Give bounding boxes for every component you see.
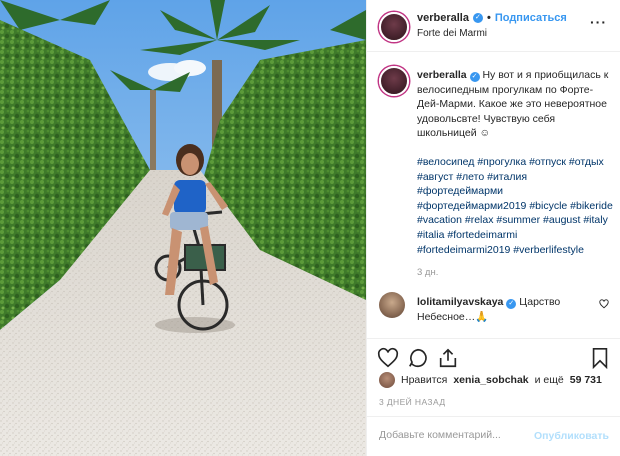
commenter-avatar[interactable]: [379, 292, 405, 318]
caption-author-avatar[interactable]: [379, 66, 409, 96]
post-location[interactable]: Forte dei Marmi: [417, 28, 487, 39]
separator-dot: •: [486, 12, 491, 24]
verified-icon: ✓: [469, 72, 480, 82]
liker-username[interactable]: xenia_sobchak: [453, 374, 528, 386]
bookmark-icon[interactable]: [589, 347, 611, 369]
likes-middle: и ещё: [534, 374, 564, 386]
author-avatar[interactable]: [379, 12, 409, 42]
likes-count[interactable]: 59 731: [570, 374, 602, 386]
comment-body: lolitamilyavskaya ✓ Царство Небесное…🙏: [417, 295, 587, 324]
likes-prefix: Нравится: [401, 374, 448, 386]
publish-button[interactable]: Опубликовать: [534, 430, 609, 442]
commenter-username[interactable]: lolitamilyavskaya: [417, 296, 503, 308]
caption-age: 3 дн.: [417, 267, 439, 279]
verified-icon: ✓: [506, 299, 517, 309]
author-line: verberalla ✓ • Подписаться: [417, 12, 567, 24]
post-photo[interactable]: [0, 0, 366, 456]
verified-icon: ✓: [472, 13, 483, 23]
share-icon[interactable]: [437, 347, 459, 369]
likes-line: Нравится xenia_sobchak и ещё 59 731: [379, 372, 602, 388]
add-comment-bar: Опубликовать: [367, 416, 620, 456]
follow-button[interactable]: Подписаться: [495, 12, 567, 24]
bicycle-photo: [0, 0, 366, 456]
comment-input[interactable]: [379, 429, 529, 441]
post-header: verberalla ✓ • Подписаться Forte dei Mar…: [367, 0, 620, 52]
liker-avatar[interactable]: [379, 372, 395, 388]
caption-hashtags[interactable]: #велосипед #прогулка #отпуск #отдых #авг…: [417, 155, 613, 257]
caption-username[interactable]: verberalla: [417, 69, 467, 81]
post-timestamp: 3 ДНЕЙ НАЗАД: [379, 397, 446, 407]
comment-icon[interactable]: [407, 347, 429, 369]
heart-icon[interactable]: [377, 347, 399, 369]
author-username[interactable]: verberalla: [417, 12, 469, 24]
small-heart-icon[interactable]: [599, 299, 609, 309]
post-side-panel: verberalla ✓ • Подписаться Forte dei Mar…: [366, 0, 620, 456]
more-options-icon[interactable]: ···: [590, 14, 607, 30]
caption-body: verberalla ✓ Ну вот и я приобщилась к ве…: [417, 68, 613, 281]
